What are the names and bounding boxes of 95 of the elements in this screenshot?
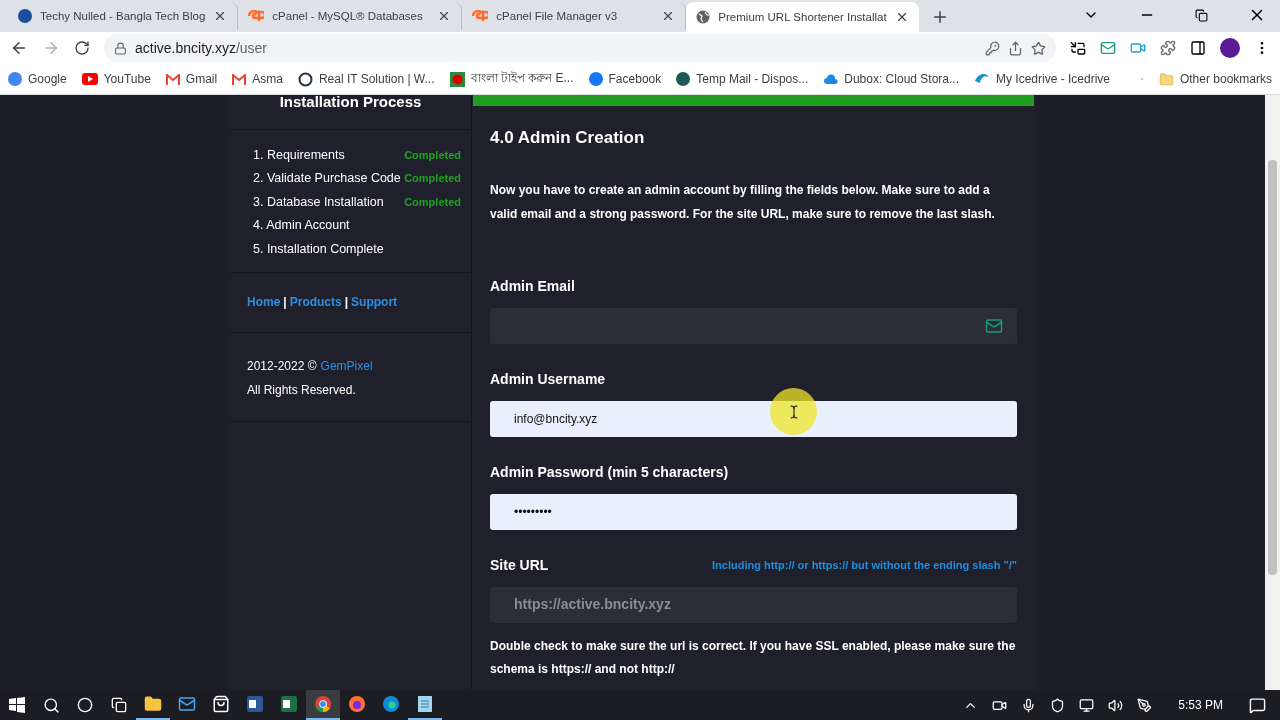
bookmark-item[interactable]: My Icedrive - Icedrive — [974, 72, 1111, 86]
browser-tab[interactable]: Techy Nulled - Bangla Tech Blog — [8, 2, 239, 30]
edge-logo-icon — [383, 696, 399, 712]
share-icon[interactable] — [1008, 40, 1023, 56]
footer-link[interactable]: Products — [289, 294, 342, 309]
lock-icon — [114, 41, 127, 55]
bookmark-item[interactable]: Facebook — [588, 72, 662, 86]
step-label: 2. Validate Purchase Code — [253, 171, 401, 186]
bookmark-item[interactable]: Dubox: Cloud Stora... — [823, 72, 959, 86]
circle-logo-icon — [18, 9, 32, 23]
input-field[interactable]: https://active.bncity.xyz — [490, 587, 1017, 623]
cloud-icon — [823, 73, 839, 85]
circle-icon[interactable] — [77, 697, 93, 713]
input-field[interactable]: ••••••••• — [490, 494, 1017, 530]
google-g-icon — [8, 72, 22, 86]
clock-text[interactable]: 5:53 PM — [1178, 698, 1223, 712]
input-field[interactable]: info@bncity.xyz — [490, 401, 1017, 437]
field-label: Admin Username — [490, 371, 606, 387]
step-status: Completed — [404, 172, 461, 185]
browser-tab[interactable]: Premium URL Shortener Installat — [686, 2, 919, 32]
rights-text: All Rights Reserved. — [247, 382, 357, 397]
field-label: Admin Email — [490, 278, 575, 294]
reload-icon[interactable] — [74, 40, 90, 56]
wave-logo-icon — [974, 72, 990, 86]
copyright-text: 2012-2022 © — [247, 358, 317, 373]
windows-logo-icon[interactable] — [9, 697, 25, 713]
step-label: 5. Installation Complete — [253, 241, 384, 256]
bookmark-item[interactable]: Google — [8, 72, 67, 86]
footer-link[interactable]: Home — [247, 294, 281, 309]
scrollbar[interactable] — [1265, 95, 1280, 690]
excel-logo-icon — [281, 696, 297, 712]
m-logo-icon — [232, 73, 247, 85]
folder-icon — [144, 695, 162, 713]
square-logo-icon — [449, 71, 465, 87]
field-label: Admin Password (min 5 characters) — [490, 464, 729, 480]
back-icon[interactable] — [10, 39, 28, 57]
circle-logo-icon — [676, 72, 691, 86]
bookmark-item[interactable]: Temp Mail - Dispos... — [676, 72, 809, 86]
bookmark-item[interactable]: YouTube — [81, 72, 151, 86]
profile-avatar[interactable] — [1220, 38, 1240, 58]
footer-link[interactable]: Support — [351, 294, 398, 309]
firefox-logo-icon — [349, 696, 365, 712]
mail-icon[interactable] — [1100, 40, 1116, 56]
step-label: 1. Requirements — [253, 147, 345, 162]
volume-icon[interactable] — [1108, 697, 1124, 713]
browser-tab[interactable]: cPanel - MySQL® Databases — [238, 2, 463, 30]
ring-logo-icon — [297, 71, 313, 87]
word-logo-icon — [247, 696, 263, 712]
notification-icon[interactable] — [1249, 696, 1266, 714]
description-text: Now you have to create an admin account by filling the fields below. Make sure to add a valid email and a strong password. For the site URL, make sure to remove the last slash. — [490, 182, 996, 223]
bookmark-item[interactable]: Gmail — [165, 72, 218, 86]
sidebar-title: Installation Process — [230, 95, 471, 130]
play-icon — [81, 73, 98, 85]
network-icon[interactable] — [1079, 697, 1095, 713]
url-text: active.bncity.xyz/user — [135, 40, 267, 56]
bookmark-item[interactable]: Real IT Solution | W... — [297, 71, 435, 87]
notepad-icon — [418, 696, 432, 712]
shopping-bag-icon — [212, 695, 230, 713]
m-logo-icon — [165, 73, 180, 85]
step-label: 3. Database Installation — [253, 194, 384, 209]
key-icon[interactable] — [985, 40, 1000, 56]
bookmark-folder[interactable]: Other bookmarks — [1158, 71, 1272, 87]
note-text: Double check to make sure the url is correct. If you have SSL enabled, please make sure the schema is https:// and not http:// — [490, 638, 1017, 678]
task-view-icon[interactable] — [111, 697, 127, 713]
shield-icon[interactable] — [1050, 697, 1066, 713]
step-status: Completed — [404, 195, 461, 208]
field-hint: Including http:// or https:// but without the ending slash "/" — [712, 559, 1017, 571]
chrome-logo-icon — [315, 696, 331, 712]
puzzle-icon[interactable] — [1160, 40, 1176, 56]
bookmark-item[interactable]: Asma — [232, 72, 283, 86]
cpanel-logo-icon — [472, 10, 489, 22]
mail-icon — [178, 695, 196, 713]
address-bar[interactable]: active.bncity.xyz/user — [104, 34, 1056, 62]
step-status: Completed — [404, 148, 461, 161]
bookmark-star-icon[interactable] — [1031, 40, 1046, 56]
search-icon[interactable] — [42, 696, 60, 714]
cpanel-logo-icon — [248, 10, 265, 22]
step-label: 4. Admin Account — [253, 218, 350, 233]
picture-in-picture-icon[interactable] — [1070, 40, 1086, 56]
globe-icon — [696, 10, 711, 24]
microphone-icon[interactable] — [1021, 697, 1037, 713]
facebook-logo-icon — [588, 72, 603, 86]
folder-icon — [1158, 71, 1174, 87]
side-panel-icon[interactable] — [1190, 40, 1206, 56]
restore-icon[interactable] — [1195, 8, 1208, 22]
field-label: Site URL — [490, 557, 549, 573]
company-link[interactable]: GemPixel — [320, 358, 373, 373]
mail-icon[interactable] — [985, 317, 1003, 335]
separator-text: | — [344, 294, 349, 309]
input-field[interactable] — [490, 308, 1017, 344]
section-heading: 4.0 Admin Creation — [490, 128, 646, 148]
pen-icon[interactable] — [1137, 697, 1153, 713]
separator-text: | — [283, 294, 287, 309]
bookmark-item[interactable]: বাংলা টাইপ করুন E... — [449, 69, 574, 89]
taskbar-app[interactable] — [306, 690, 340, 720]
